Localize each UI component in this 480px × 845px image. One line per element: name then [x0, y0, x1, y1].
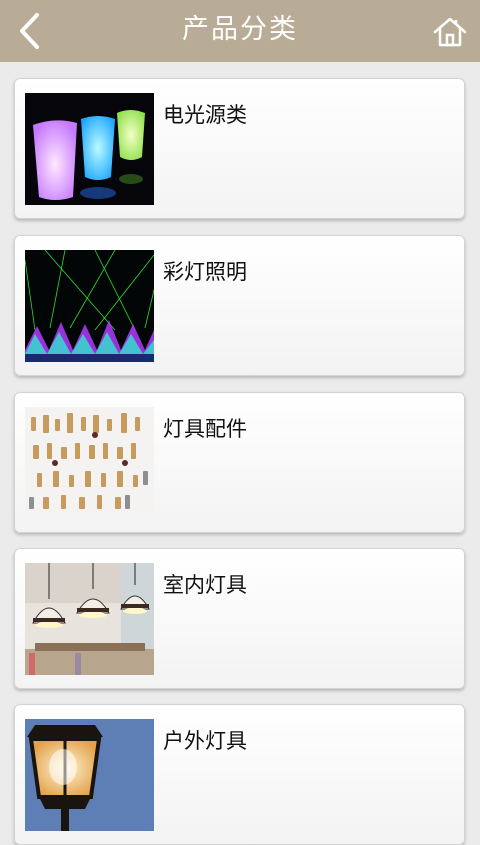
category-label: 户外灯具 [163, 729, 247, 753]
glowing-cups-image [25, 93, 154, 205]
category-label: 彩灯照明 [163, 260, 247, 284]
top-bar: 产品分类 [0, 0, 480, 62]
category-card[interactable]: 户外灯具 [14, 704, 465, 845]
street-lantern-image [25, 719, 154, 831]
laser-show-image [25, 250, 154, 362]
category-label: 灯具配件 [163, 417, 247, 441]
category-label: 室内灯具 [163, 573, 247, 597]
category-card[interactable]: 室内灯具 [14, 548, 465, 689]
pendant-lamps-image [25, 563, 154, 675]
category-label: 电光源类 [163, 103, 247, 127]
category-card[interactable]: 电光源类 [14, 78, 465, 219]
brass-fittings-image [25, 407, 154, 519]
home-button[interactable] [428, 10, 472, 54]
category-card[interactable]: 灯具配件 [14, 392, 465, 533]
page-title: 产品分类 [182, 14, 298, 45]
category-card[interactable]: 彩灯照明 [14, 235, 465, 376]
home-icon [433, 17, 467, 47]
